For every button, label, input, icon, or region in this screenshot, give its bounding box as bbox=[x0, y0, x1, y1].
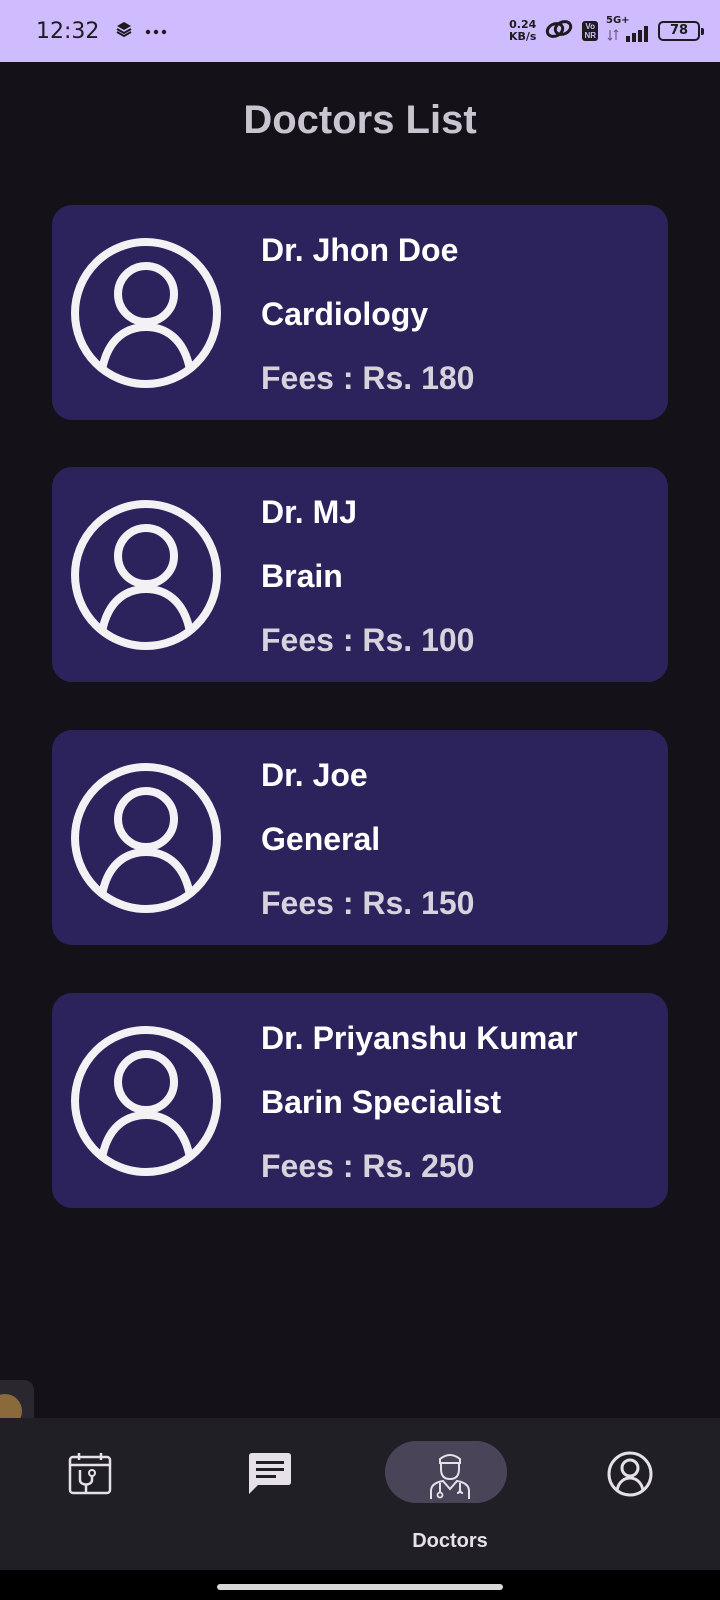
doctor-card[interactable]: Dr. Jhon Doe Cardiology Fees : Rs. 180 bbox=[52, 205, 668, 420]
nav-label: Doctors bbox=[412, 1530, 488, 1552]
link-icon bbox=[544, 17, 574, 46]
battery-indicator: 78 bbox=[658, 21, 704, 41]
home-indicator[interactable] bbox=[217, 1584, 503, 1590]
doctor-fees: Fees : Rs. 150 bbox=[261, 885, 475, 921]
signal-icon bbox=[606, 26, 650, 47]
status-time: 12:32 bbox=[36, 18, 100, 44]
doctor-card[interactable]: Dr. Priyanshu Kumar Barin Specialist Fee… bbox=[52, 993, 668, 1208]
doctor-card[interactable]: Dr. Joe General Fees : Rs. 150 bbox=[52, 730, 668, 945]
doctor-fees: Fees : Rs. 100 bbox=[261, 622, 475, 658]
calendar-stethoscope-icon bbox=[66, 1450, 114, 1498]
doctor-fees: Fees : Rs. 180 bbox=[261, 360, 475, 396]
avatar-icon bbox=[70, 1025, 222, 1177]
doctor-specialty: Brain bbox=[261, 558, 343, 594]
doctor-name: Dr. Priyanshu Kumar bbox=[261, 1020, 578, 1056]
nav-item-appointments[interactable] bbox=[0, 1418, 180, 1570]
doctor-name: Dr. Jhon Doe bbox=[261, 232, 459, 268]
doctor-specialty: General bbox=[261, 821, 381, 857]
avatar-icon bbox=[70, 762, 222, 914]
doctor-fees: Fees : Rs. 250 bbox=[261, 1148, 475, 1184]
doctor-specialty: Cardiology bbox=[261, 296, 429, 332]
nav-item-doctors[interactable]: Doctors bbox=[360, 1418, 540, 1570]
doctor-name: Dr. Joe bbox=[261, 757, 368, 793]
status-bar: 12:32 0.24 KB/s Vo NR 5G+ 78 bbox=[0, 0, 720, 62]
nav-item-profile[interactable] bbox=[540, 1418, 720, 1570]
layers-icon bbox=[115, 20, 133, 43]
avatar-icon bbox=[70, 237, 222, 389]
account-circle-icon bbox=[606, 1450, 654, 1498]
network-type: 5G+ bbox=[606, 15, 630, 26]
more-dots-icon bbox=[145, 22, 167, 40]
bottom-navigation: Doctors bbox=[0, 1418, 720, 1570]
page-title: Doctors List bbox=[243, 98, 477, 142]
doctor-icon bbox=[423, 1447, 471, 1499]
network-speed: 0.24 KB/s bbox=[508, 18, 537, 43]
chat-icon bbox=[246, 1450, 294, 1498]
volte-badge: Vo NR bbox=[582, 21, 598, 41]
doctor-specialty: Barin Specialist bbox=[261, 1084, 502, 1120]
doctor-name: Dr. MJ bbox=[261, 494, 358, 530]
avatar-icon bbox=[70, 499, 222, 651]
doctor-card[interactable]: Dr. MJ Brain Fees : Rs. 100 bbox=[52, 467, 668, 682]
nav-item-chat[interactable] bbox=[180, 1418, 360, 1570]
